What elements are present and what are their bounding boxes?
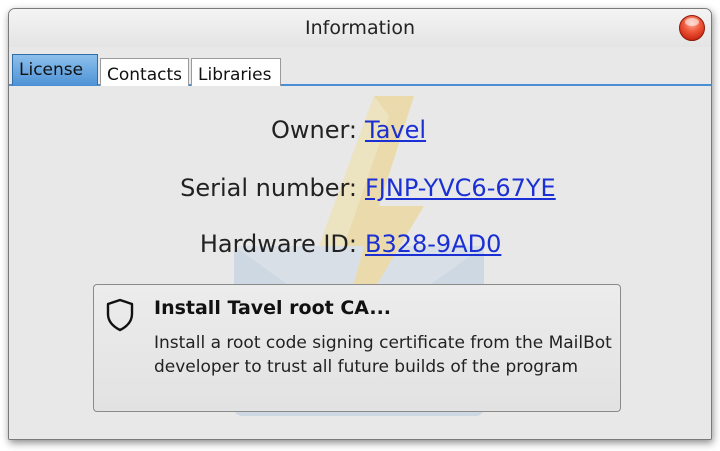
serial-row: Serial number: FJNP-YVC6-67YE <box>9 174 711 208</box>
serial-number-label: Serial number: <box>180 174 357 202</box>
install-ca-description: Install a root code signing certificate … <box>154 333 612 377</box>
install-root-ca-button[interactable]: Install Tavel root CA... Install a root … <box>93 284 621 412</box>
owner-row: Owner: Tavel <box>9 116 711 150</box>
owner-link[interactable]: Tavel <box>365 116 426 144</box>
title-bar[interactable]: Information <box>9 9 711 47</box>
tab-license[interactable]: License <box>12 54 98 85</box>
serial-number-link[interactable]: FJNP-YVC6-67YE <box>365 174 556 202</box>
shield-icon <box>106 298 134 332</box>
owner-label: Owner: <box>270 116 357 144</box>
information-window: Information License Contacts Libraries O… <box>8 8 712 440</box>
close-button[interactable] <box>679 15 705 41</box>
install-ca-title: Install Tavel root CA... <box>154 297 392 319</box>
hardware-id-row: Hardware ID: B328-9AD0 <box>9 230 711 264</box>
hardware-id-link[interactable]: B328-9AD0 <box>365 230 501 258</box>
hardware-id-label: Hardware ID: <box>199 230 357 258</box>
window-title: Information <box>305 17 415 39</box>
license-panel: Owner: Tavel Serial number: FJNP-YVC6-67… <box>9 86 711 439</box>
tab-bar: License Contacts Libraries <box>9 47 711 92</box>
